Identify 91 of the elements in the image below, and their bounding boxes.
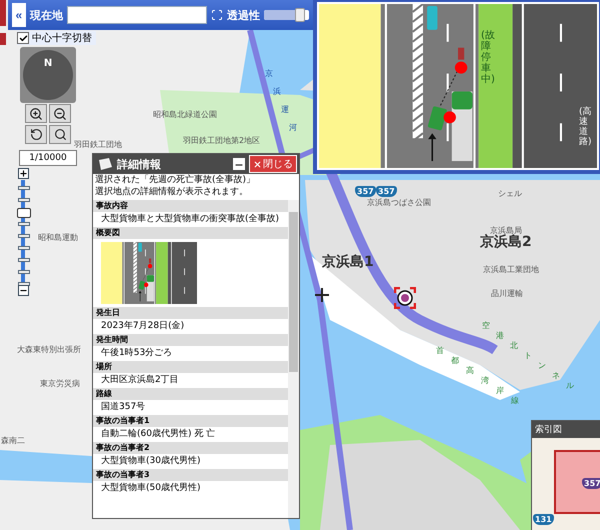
map-label: シェル: [498, 190, 522, 199]
route-shield: 357: [355, 186, 376, 197]
location-label: 現在地: [30, 8, 63, 22]
section-header: 路線: [93, 388, 288, 400]
check-icon: [18, 34, 28, 42]
map-label: 高: [466, 367, 474, 376]
intro-text: 選択地点の詳細情報が表示されます。: [94, 186, 249, 198]
map-label: 京浜島1: [322, 255, 374, 270]
close-button[interactable]: 閉じる: [249, 155, 297, 173]
section-value: 2023年7月28日(金): [100, 320, 186, 333]
center-cross-toggle[interactable]: 中心十字切替: [17, 31, 96, 45]
search-icon: [54, 128, 66, 141]
map-label: 京浜島工業団地: [483, 266, 539, 275]
map-label: 京: [265, 70, 273, 79]
crosshair-frame-icon: [210, 9, 223, 21]
map-label: 河: [289, 124, 297, 133]
section-value: 大型貨物車と大型貨物車の衝突事故(全事故): [100, 212, 280, 226]
section-header: 事故の当事者2: [93, 442, 288, 454]
section-value: 大型貨物車(50歳代男性): [100, 482, 202, 495]
close-icon: [253, 160, 262, 168]
map-label: 浜: [273, 88, 281, 97]
location-field[interactable]: [66, 6, 207, 24]
route-shield: 357: [582, 478, 600, 489]
section-header: 事故の当事者3: [93, 469, 288, 481]
checkbox-label: 中心十字切替: [32, 32, 92, 45]
zoom-minus-button[interactable]: [18, 285, 29, 296]
zoom-out-icon: [53, 106, 67, 120]
map-label: 昭和島北緑道公園: [153, 111, 217, 120]
section-header: 概要図: [93, 227, 288, 239]
map-label: 湾: [481, 377, 489, 386]
map-label: 東京労災病: [40, 380, 80, 389]
map-label: 北: [510, 342, 518, 351]
map-label: ネ: [552, 372, 560, 381]
panel-title: 詳細情報: [117, 156, 162, 172]
zoom-slider[interactable]: [18, 168, 28, 296]
section-header: 発生時間: [93, 334, 288, 346]
section-value: 午後1時53分ごろ: [100, 346, 174, 360]
index-map-title: 索引図: [532, 421, 600, 438]
map-label: 羽田鉄工団地第2地区: [183, 137, 260, 146]
map-label: ト: [524, 352, 532, 361]
zoom-thumb[interactable]: [17, 208, 31, 218]
zoom-area-button[interactable]: [49, 125, 71, 144]
plus-icon: [19, 169, 28, 178]
map-label: 昭和島運動: [38, 234, 78, 243]
collapse-button[interactable]: «: [12, 3, 26, 27]
route-shield: 131: [533, 514, 554, 525]
section-header: 事故の当事者1: [93, 415, 288, 427]
zoom-out-button[interactable]: [49, 104, 71, 123]
intro-text: 選択された「先週の死亡事故(全事故)」: [94, 174, 256, 186]
transparency-label: 透過性: [226, 8, 260, 22]
section-header: 発生日: [93, 307, 288, 319]
map-label: 羽田鉄工団地: [74, 141, 122, 150]
scrollbar-thumb[interactable]: [289, 212, 298, 372]
slider-thumb[interactable]: [294, 8, 305, 22]
section-value: 国道357号: [100, 400, 146, 414]
map-label: 岸: [496, 387, 504, 396]
map-label: 京浜島局: [490, 227, 522, 235]
checkbox[interactable]: [17, 32, 29, 44]
map-label: 線: [511, 397, 519, 406]
rotate-icon: [30, 128, 42, 141]
map-label: 大森東特別出張所: [17, 346, 81, 355]
map-label: 都: [451, 357, 459, 366]
scale-display: 1/10000: [19, 150, 77, 166]
map-label: 京浜島つばさ公園: [367, 199, 431, 208]
map-label: 空: [482, 322, 490, 331]
map-label: ル: [566, 382, 574, 391]
section-header: 場所: [93, 361, 288, 373]
target-marker-icon: [394, 287, 416, 309]
map-label: 運: [281, 106, 289, 115]
minimize-button[interactable]: [233, 158, 245, 170]
map-label: 港: [496, 332, 504, 341]
map-label: 京浜島2: [480, 235, 532, 250]
view-extent-rectangle: [554, 450, 600, 514]
rotate-reset-button[interactable]: [25, 125, 47, 144]
section-value: 大型貨物車(30歳代男性): [100, 454, 202, 468]
map-label: 品川運輸: [491, 290, 523, 299]
section-value: 自動二輪(60歳代男性) 死 亡: [100, 428, 216, 441]
zoom-in-icon: [29, 106, 43, 120]
crosshair-icon: [315, 288, 329, 302]
map-label: ン: [538, 362, 546, 371]
zoom-in-button[interactable]: [25, 104, 47, 123]
zoom-plus-button[interactable]: [18, 168, 29, 179]
north-label: N: [44, 58, 52, 71]
current-location-button[interactable]: [210, 9, 223, 21]
scrollbar[interactable]: [288, 200, 299, 518]
route-shield: 357: [376, 186, 397, 197]
map-label: 森南二: [1, 437, 25, 446]
map-label: 首: [436, 347, 444, 356]
document-icon: [97, 158, 113, 170]
section-header: 事故内容: [93, 200, 288, 212]
section-value: 大田区京浜島2丁目: [100, 374, 180, 387]
